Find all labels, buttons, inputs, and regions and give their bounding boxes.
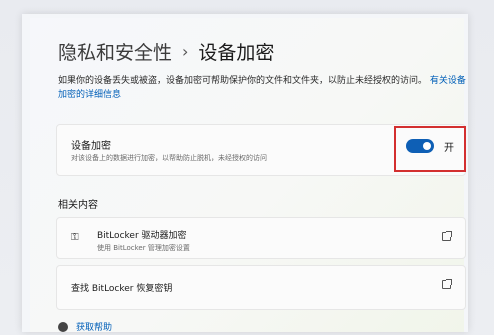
breadcrumb-parent[interactable]: 隐私和安全性 [58,38,172,65]
chevron-right-icon: › [182,42,189,61]
related-content-title: 相关内容 [58,200,98,211]
device-encryption-toggle[interactable] [406,139,434,153]
device-encryption-subtitle: 对该设备上的数据进行加密，以帮助防止脱机，未经授权的访问 [71,154,267,162]
find-recovery-key-link[interactable]: 查找 BitLocker 恢复密钥 [56,265,466,310]
description-text: 如果你的设备丢失或被盗，设备加密可帮助保护你的文件和文件夹，以防止未经授权的访问… [58,76,428,86]
bitlocker-drive-encryption-link[interactable]: ⚿ BitLocker 驱动器加密 使用 BitLocker 管理加密设置 [56,217,466,259]
toggle-knob [423,142,431,150]
settings-window: 隐私和安全性 › 设备加密 如果你的设备丢失或被盗，设备加密可帮助保护你的文件和… [30,18,466,332]
details-link-continued[interactable]: 加密的详细信息 [58,90,121,100]
key-icon: ⚿ [71,232,79,243]
open-external-icon [442,279,452,289]
recovery-key-title: 查找 BitLocker 恢复密钥 [71,284,173,294]
device-encryption-title: 设备加密 [71,141,111,152]
toggle-state-label: 开 [444,143,454,154]
open-external-icon [442,231,452,241]
breadcrumb: 隐私和安全性 › 设备加密 [58,38,274,65]
get-help-label: 获取帮助 [76,323,113,332]
help-icon [58,321,68,332]
details-link[interactable]: 有关设备 [430,76,466,86]
screenshot-frame: 隐私和安全性 › 设备加密 如果你的设备丢失或被盗，设备加密可帮助保护你的文件和… [22,14,468,332]
page-description: 如果你的设备丢失或被盗，设备加密可帮助保护你的文件和文件夹，以防止未经授权的访问… [58,74,468,102]
get-help-link[interactable]: 获取帮助 [58,320,112,332]
page-title: 设备加密 [198,42,275,64]
bitlocker-subtitle: 使用 BitLocker 管理加密设置 [97,244,190,252]
bitlocker-title: BitLocker 驱动器加密 [97,231,187,241]
